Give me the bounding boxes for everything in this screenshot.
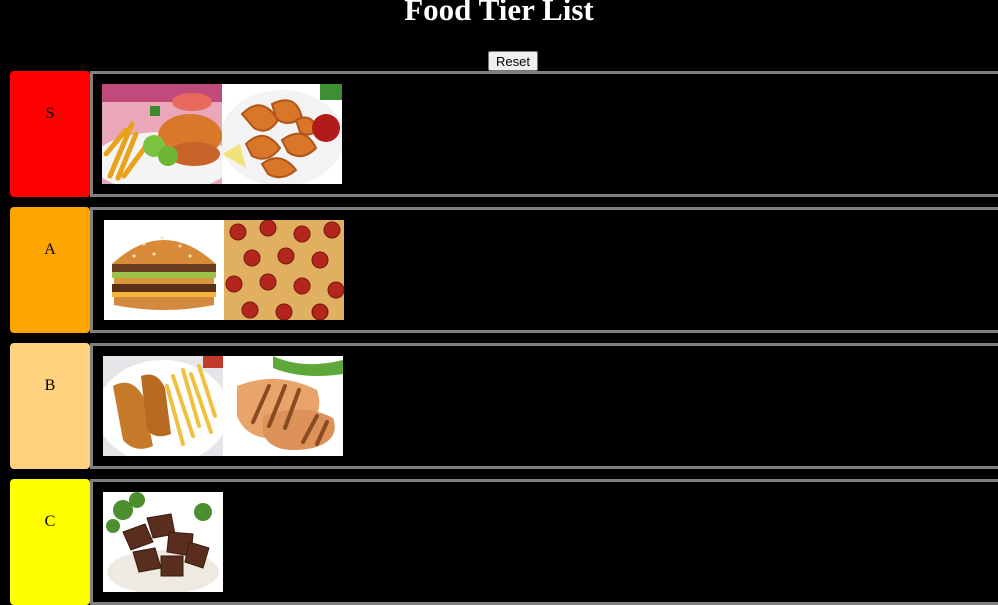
reset-button[interactable]: Reset	[488, 51, 538, 71]
tier-label-c: C	[10, 479, 90, 605]
tier-label-s: S	[10, 71, 90, 197]
double-burger-image[interactable]	[104, 220, 224, 320]
tier-dropzone-b[interactable]	[90, 343, 998, 469]
pepperoni-pizza-image[interactable]	[224, 220, 344, 320]
fried-shrimp-image[interactable]	[222, 84, 342, 184]
tier-label-b: B	[10, 343, 90, 469]
page-title: Food Tier List	[404, 0, 594, 27]
chicken-tenders-fries-image[interactable]	[103, 356, 223, 456]
beef-tips-rice-image[interactable]	[103, 492, 223, 592]
tier-dropzone-a[interactable]	[90, 207, 998, 333]
tier-row-c: C	[0, 479, 998, 605]
tier-label-a: A	[10, 207, 90, 333]
tier-row-b: B	[0, 343, 998, 469]
tier-row-a: A	[0, 207, 998, 333]
tier-dropzone-c[interactable]	[90, 479, 998, 605]
fish-and-chips-image[interactable]	[102, 84, 222, 184]
tier-dropzone-s[interactable]	[90, 71, 998, 197]
grilled-chicken-breast-image[interactable]	[223, 356, 343, 456]
tier-row-s: S	[0, 71, 998, 197]
